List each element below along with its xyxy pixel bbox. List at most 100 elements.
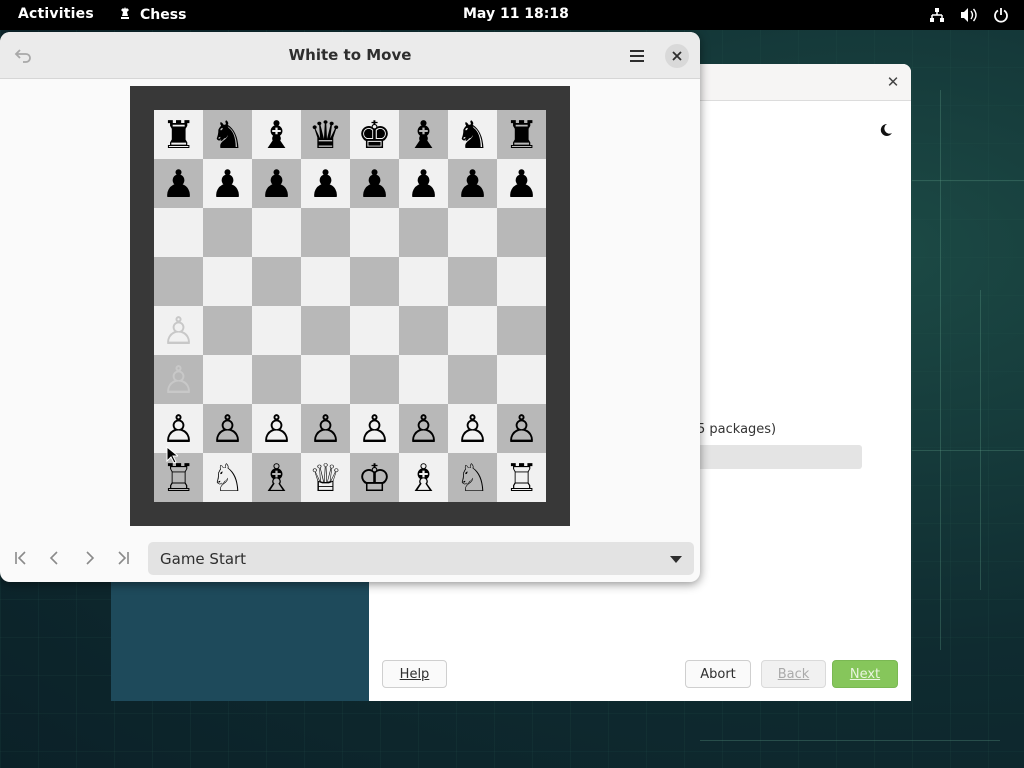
- board-square-b6[interactable]: [203, 208, 252, 257]
- board-square-h8[interactable]: ♜: [497, 110, 546, 159]
- board-square-a6[interactable]: [154, 208, 203, 257]
- board-square-a8[interactable]: ♜: [154, 110, 203, 159]
- move-history-dropdown[interactable]: Game Start: [148, 542, 694, 575]
- board-square-d3[interactable]: [301, 355, 350, 404]
- white-rook-icon[interactable]: ♖: [504, 459, 538, 497]
- black-pawn-icon[interactable]: ♟: [455, 165, 489, 203]
- board-square-b7[interactable]: ♟: [203, 159, 252, 208]
- board-square-d5[interactable]: [301, 257, 350, 306]
- board-square-a1[interactable]: ♖: [154, 453, 203, 502]
- board-square-b3[interactable]: [203, 355, 252, 404]
- board-square-c7[interactable]: ♟: [252, 159, 301, 208]
- board-square-g8[interactable]: ♞: [448, 110, 497, 159]
- board-square-a4[interactable]: ♙: [154, 306, 203, 355]
- white-pawn-icon[interactable]: ♙: [259, 410, 293, 448]
- board-square-a3[interactable]: ♙: [154, 355, 203, 404]
- ghost-pawn-icon[interactable]: ♙: [161, 312, 195, 350]
- last-move-icon[interactable]: [110, 543, 136, 573]
- black-bishop-icon[interactable]: ♝: [406, 116, 440, 154]
- white-queen-icon[interactable]: ♕: [308, 459, 342, 497]
- board-square-f6[interactable]: [399, 208, 448, 257]
- board-square-e5[interactable]: [350, 257, 399, 306]
- board-square-h4[interactable]: [497, 306, 546, 355]
- white-king-icon[interactable]: ♔: [357, 459, 391, 497]
- chess-board[interactable]: ♜ ♞ ♝ ♛ ♚ ♝ ♞ ♜ ♟ ♟ ♟ ♟ ♟ ♟ ♟ ♟ ♙ ♙ ♙ ♙ ♙ ♙ ♙ ♙ ♙ ♙ ♖ ♘ ♗ ♕ ♔ ♗ ♘ ♖: [154, 110, 546, 502]
- white-knight-icon[interactable]: ♘: [455, 459, 489, 497]
- board-square-f8[interactable]: ♝: [399, 110, 448, 159]
- white-pawn-icon[interactable]: ♙: [455, 410, 489, 448]
- board-square-c1[interactable]: ♗: [252, 453, 301, 502]
- black-pawn-icon[interactable]: ♟: [210, 165, 244, 203]
- board-square-d6[interactable]: [301, 208, 350, 257]
- close-icon[interactable]: ✕: [885, 74, 901, 90]
- board-square-e8[interactable]: ♚: [350, 110, 399, 159]
- board-square-f3[interactable]: [399, 355, 448, 404]
- black-king-icon[interactable]: ♚: [357, 116, 391, 154]
- white-rook-icon[interactable]: ♖: [161, 459, 195, 497]
- board-square-f2[interactable]: ♙: [399, 404, 448, 453]
- abort-button[interactable]: Abort: [685, 660, 751, 688]
- board-square-h7[interactable]: ♟: [497, 159, 546, 208]
- board-square-h2[interactable]: ♙: [497, 404, 546, 453]
- board-square-c6[interactable]: [252, 208, 301, 257]
- board-square-c3[interactable]: [252, 355, 301, 404]
- board-square-g3[interactable]: [448, 355, 497, 404]
- white-bishop-icon[interactable]: ♗: [406, 459, 440, 497]
- board-square-e3[interactable]: [350, 355, 399, 404]
- board-square-b2[interactable]: ♙: [203, 404, 252, 453]
- board-square-g2[interactable]: ♙: [448, 404, 497, 453]
- white-pawn-icon[interactable]: ♙: [357, 410, 391, 448]
- board-square-f7[interactable]: ♟: [399, 159, 448, 208]
- black-pawn-icon[interactable]: ♟: [161, 165, 195, 203]
- board-square-d1[interactable]: ♕: [301, 453, 350, 502]
- board-square-g5[interactable]: [448, 257, 497, 306]
- white-knight-icon[interactable]: ♘: [210, 459, 244, 497]
- help-button[interactable]: Help: [382, 660, 447, 688]
- white-pawn-icon[interactable]: ♙: [161, 410, 195, 448]
- board-square-g1[interactable]: ♘: [448, 453, 497, 502]
- next-move-icon[interactable]: [76, 543, 102, 573]
- board-square-g6[interactable]: [448, 208, 497, 257]
- board-square-h3[interactable]: [497, 355, 546, 404]
- power-icon[interactable]: [992, 6, 1010, 24]
- board-square-b4[interactable]: [203, 306, 252, 355]
- board-square-d8[interactable]: ♛: [301, 110, 350, 159]
- ghost-pawn-icon[interactable]: ♙: [161, 361, 195, 399]
- activities-button[interactable]: Activities: [18, 6, 94, 22]
- board-square-f4[interactable]: [399, 306, 448, 355]
- black-pawn-icon[interactable]: ♟: [406, 165, 440, 203]
- board-square-e4[interactable]: [350, 306, 399, 355]
- black-rook-icon[interactable]: ♜: [161, 116, 195, 154]
- board-square-f5[interactable]: [399, 257, 448, 306]
- black-queen-icon[interactable]: ♛: [308, 116, 342, 154]
- board-square-e6[interactable]: [350, 208, 399, 257]
- board-square-h1[interactable]: ♖: [497, 453, 546, 502]
- black-knight-icon[interactable]: ♞: [210, 116, 244, 154]
- white-pawn-icon[interactable]: ♙: [210, 410, 244, 448]
- white-pawn-icon[interactable]: ♙: [406, 410, 440, 448]
- board-square-c2[interactable]: ♙: [252, 404, 301, 453]
- board-square-e7[interactable]: ♟: [350, 159, 399, 208]
- previous-move-icon[interactable]: [42, 543, 68, 573]
- board-square-c5[interactable]: [252, 257, 301, 306]
- white-pawn-icon[interactable]: ♙: [504, 410, 538, 448]
- board-square-d7[interactable]: ♟: [301, 159, 350, 208]
- board-square-a7[interactable]: ♟: [154, 159, 203, 208]
- board-square-a2[interactable]: ♙: [154, 404, 203, 453]
- first-move-icon[interactable]: [8, 543, 34, 573]
- board-square-a5[interactable]: [154, 257, 203, 306]
- board-square-f1[interactable]: ♗: [399, 453, 448, 502]
- app-menu[interactable]: Chess: [118, 6, 186, 24]
- board-square-d2[interactable]: ♙: [301, 404, 350, 453]
- volume-icon[interactable]: [960, 6, 978, 24]
- hamburger-menu-icon[interactable]: [626, 45, 648, 67]
- black-bishop-icon[interactable]: ♝: [259, 116, 293, 154]
- board-square-g4[interactable]: [448, 306, 497, 355]
- board-square-e2[interactable]: ♙: [350, 404, 399, 453]
- black-knight-icon[interactable]: ♞: [455, 116, 489, 154]
- moon-icon[interactable]: [879, 122, 893, 136]
- board-square-d4[interactable]: [301, 306, 350, 355]
- board-square-g7[interactable]: ♟: [448, 159, 497, 208]
- black-pawn-icon[interactable]: ♟: [357, 165, 391, 203]
- network-icon[interactable]: [928, 6, 946, 24]
